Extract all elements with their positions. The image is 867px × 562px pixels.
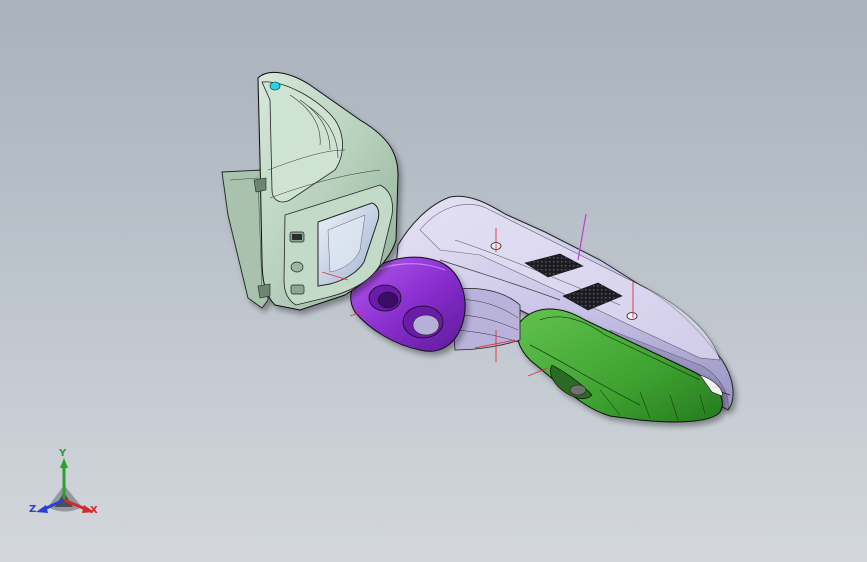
graphics-viewport[interactable]: Y X Z [0,0,867,562]
triad-y-label: Y [59,448,67,459]
triad-z-label: Z [29,504,37,515]
3d-model[interactable] [0,0,867,562]
indicator-light [269,81,281,91]
triad-x-label: X [90,505,98,516]
port [290,261,304,273]
port [290,284,305,295]
rear-housing[interactable] [221,71,399,311]
screw-boss [626,312,638,320]
trigger-button [569,384,587,396]
